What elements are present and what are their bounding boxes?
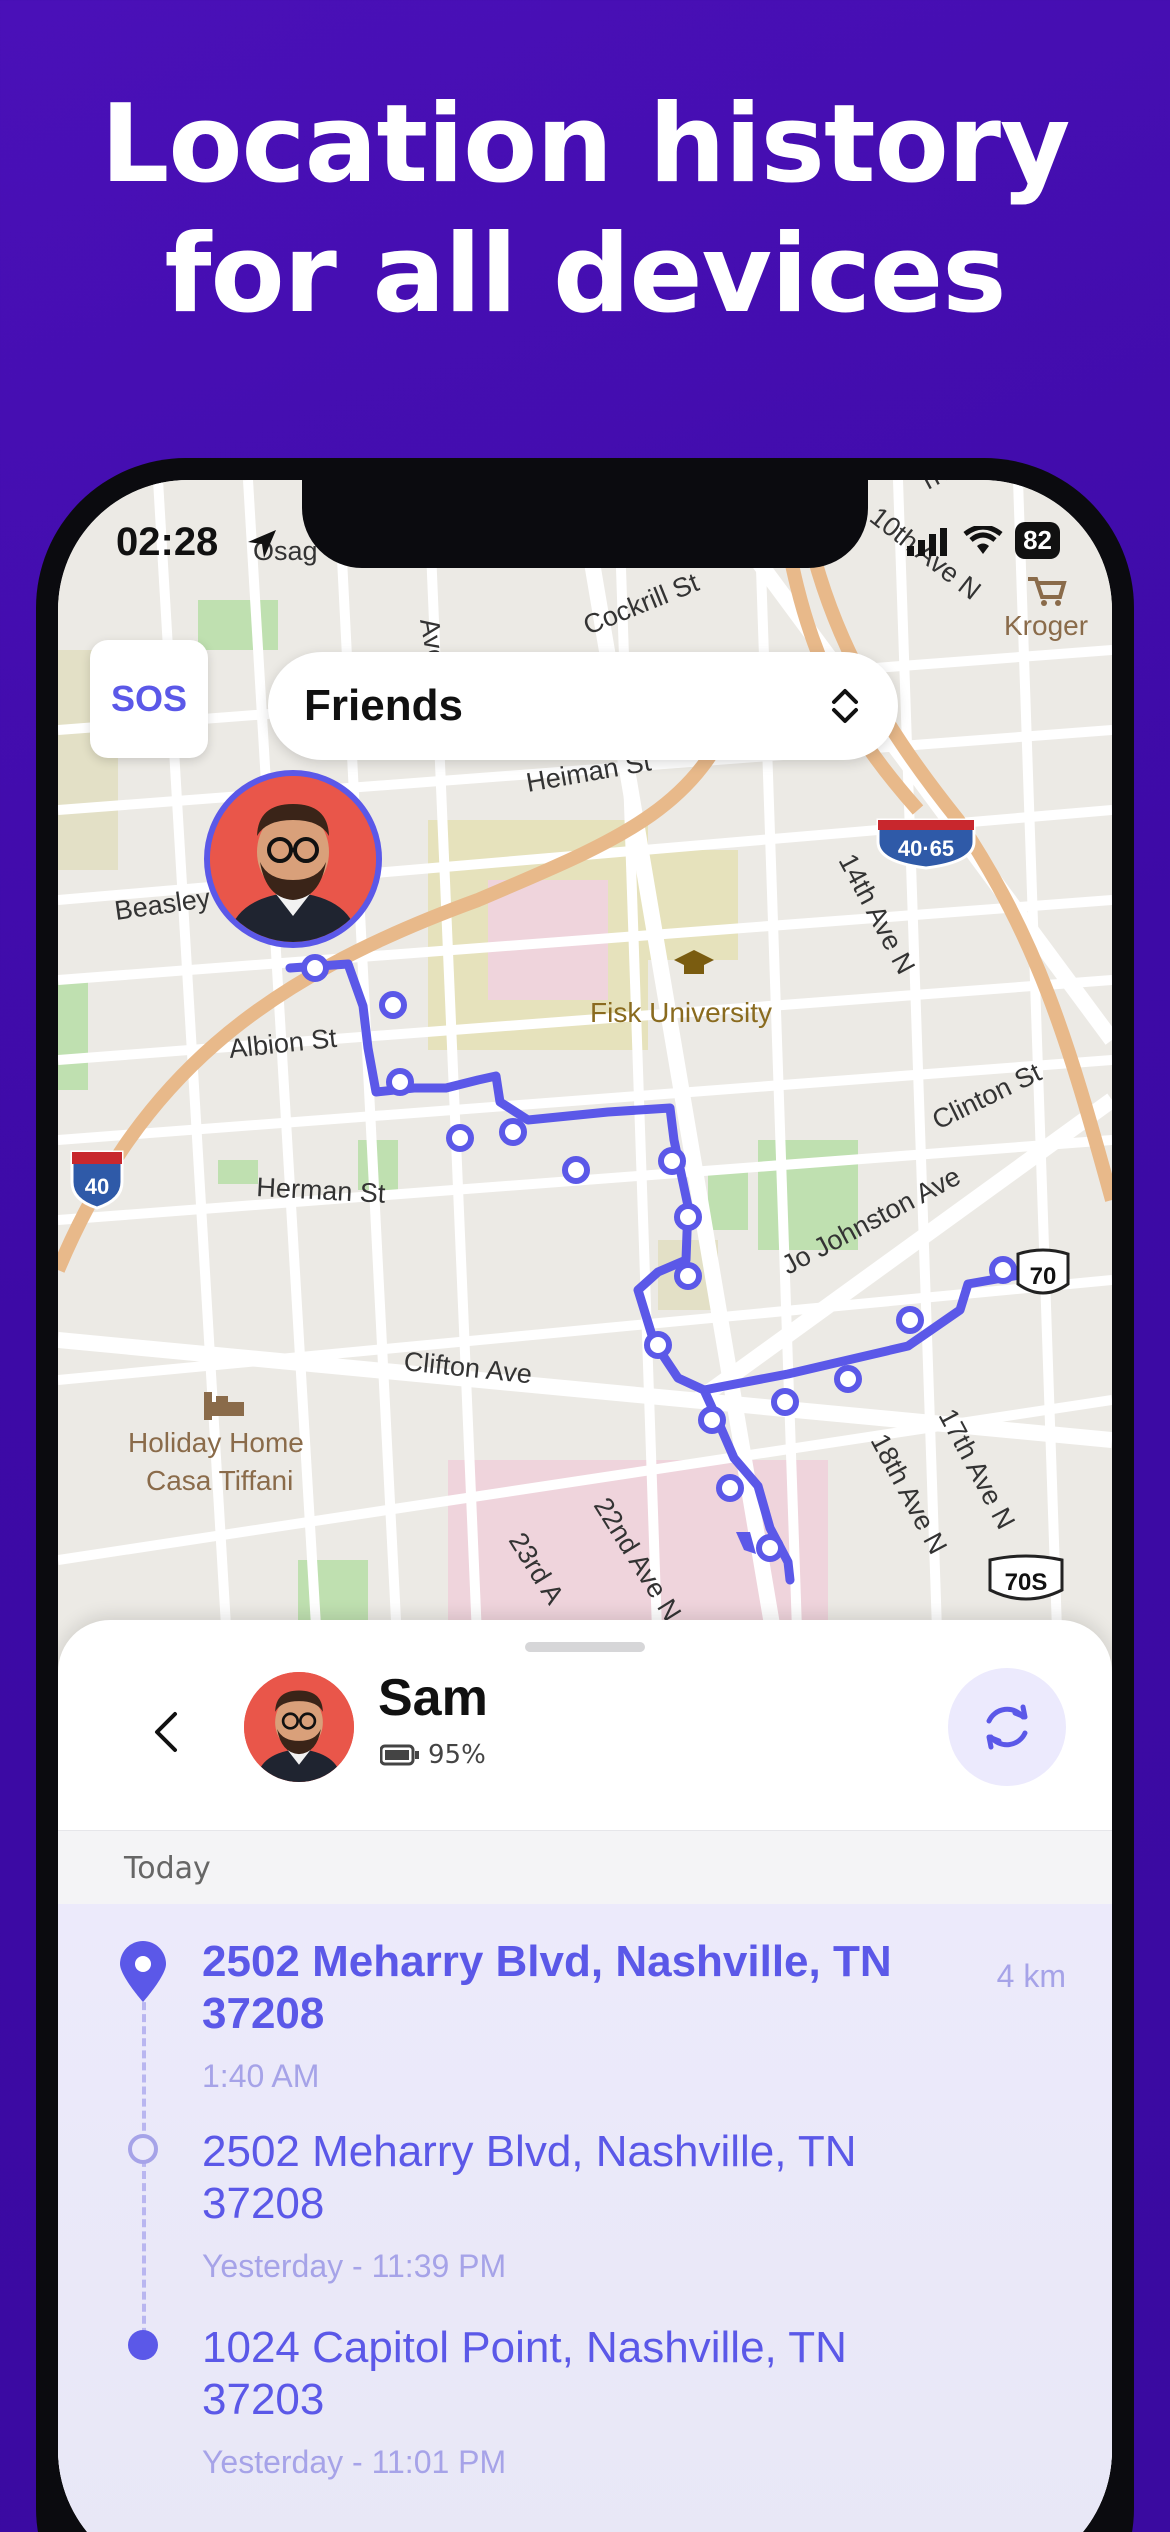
history-item[interactable]: 1024 Capitol Point, Nashville, TN 37203 … bbox=[202, 2322, 972, 2481]
history-distance: 4 km bbox=[996, 1958, 1066, 1994]
signal-icon bbox=[907, 527, 948, 556]
headline: Location history for all devices bbox=[0, 80, 1170, 340]
group-selector-label: Friends bbox=[304, 681, 463, 730]
sheet-grabber[interactable] bbox=[525, 1642, 645, 1652]
status-icons: 82 bbox=[907, 522, 1060, 559]
status-time: 02:28 bbox=[116, 520, 219, 564]
route-stop[interactable] bbox=[716, 1474, 744, 1502]
route-stop[interactable] bbox=[771, 1388, 799, 1416]
group-selector[interactable]: Friends bbox=[268, 652, 898, 760]
route-stop[interactable] bbox=[644, 1331, 672, 1359]
history-address: 2502 Meharry Blvd, Nashville, TN 37208 bbox=[202, 2127, 857, 2228]
timeline-line bbox=[142, 1990, 146, 2360]
route-stop[interactable] bbox=[674, 1262, 702, 1290]
waypoint-icon bbox=[128, 2134, 158, 2164]
shield-us70: 70 bbox=[1016, 1248, 1070, 1295]
route-stop[interactable] bbox=[989, 1256, 1017, 1284]
history-list: 2502 Meharry Blvd, Nashville, TN 37208 1… bbox=[58, 1904, 1112, 2532]
shield-i40-65-label: 40·65 bbox=[898, 836, 954, 861]
location-arrow-icon bbox=[248, 530, 276, 558]
shield-i40-label: 40 bbox=[85, 1174, 109, 1199]
history-address: 2502 Meharry Blvd, Nashville, TN 37208 bbox=[202, 1937, 892, 2038]
map-label-holiday-2[interactable]: Casa Tiffani bbox=[146, 1465, 293, 1496]
history-item[interactable]: 2502 Meharry Blvd, Nashville, TN 37208 1… bbox=[202, 1936, 972, 2095]
shield-70s-label: 70S bbox=[1005, 1569, 1048, 1596]
shield-i40: 40 bbox=[70, 1150, 124, 1210]
route-stop[interactable] bbox=[834, 1365, 862, 1393]
chevron-updown-icon bbox=[832, 689, 858, 723]
park-area bbox=[198, 600, 278, 650]
back-button[interactable] bbox=[136, 1702, 196, 1762]
avatar bbox=[210, 776, 376, 942]
park-area bbox=[58, 980, 88, 1090]
refresh-icon bbox=[986, 1704, 1028, 1750]
route-stop[interactable] bbox=[698, 1406, 726, 1434]
route-stop[interactable] bbox=[301, 954, 329, 982]
map-label-holiday-1[interactable]: Holiday Home bbox=[128, 1427, 304, 1458]
sos-button[interactable]: SOS bbox=[90, 640, 208, 758]
route-stop[interactable] bbox=[499, 1118, 527, 1146]
shield-i40-65: 40·65 bbox=[876, 818, 976, 870]
history-time: 1:40 AM bbox=[202, 2058, 320, 2094]
history-sheet[interactable]: Sam 95% Today 2502 Meharry Blvd, Nashvil… bbox=[58, 1620, 1112, 2532]
map-user-avatar[interactable] bbox=[204, 770, 382, 948]
headline-line-1: Location history bbox=[100, 82, 1071, 207]
route-stop[interactable] bbox=[446, 1124, 474, 1152]
day-header: Today bbox=[58, 1830, 1112, 1904]
user-battery: 95% bbox=[380, 1740, 486, 1770]
avatar bbox=[244, 1672, 354, 1782]
history-time: Yesterday - 11:39 PM bbox=[202, 2248, 507, 2284]
battery-icon bbox=[380, 1744, 419, 1766]
map-label-fisk[interactable]: Fisk University bbox=[590, 997, 772, 1028]
route-stop[interactable] bbox=[386, 1068, 414, 1096]
history-address: 1024 Capitol Point, Nashville, TN 37203 bbox=[202, 2323, 847, 2424]
refresh-button[interactable] bbox=[948, 1668, 1066, 1786]
history-time: Yesterday - 11:01 PM bbox=[202, 2444, 507, 2480]
notch bbox=[302, 480, 868, 568]
headline-line-2: for all devices bbox=[164, 212, 1006, 337]
map-label-kroger[interactable]: Kroger bbox=[1004, 610, 1088, 641]
park-area bbox=[218, 1160, 258, 1184]
route-stop[interactable] bbox=[756, 1534, 784, 1562]
route-stop[interactable] bbox=[896, 1306, 924, 1334]
user-avatar bbox=[244, 1672, 354, 1782]
route-stop[interactable] bbox=[379, 991, 407, 1019]
pin-icon bbox=[120, 1941, 166, 2002]
wifi-icon bbox=[963, 525, 1003, 554]
status-battery: 82 bbox=[1015, 522, 1060, 559]
shield-us70-label: 70 bbox=[1030, 1263, 1057, 1290]
history-item[interactable]: 2502 Meharry Blvd, Nashville, TN 37208 Y… bbox=[202, 2126, 972, 2285]
chevron-left-icon bbox=[155, 1712, 177, 1752]
shield-70s: 70S bbox=[988, 1554, 1064, 1601]
phone-screen: Cockrill St Heiman St Beasley Albion St … bbox=[58, 480, 1112, 2532]
route-stop[interactable] bbox=[674, 1203, 702, 1231]
park-area bbox=[708, 1170, 748, 1230]
user-name: Sam bbox=[378, 1669, 488, 1727]
waypoint-filled-icon bbox=[128, 2330, 158, 2360]
route-stop[interactable] bbox=[658, 1147, 686, 1175]
route-stop[interactable] bbox=[562, 1156, 590, 1184]
user-battery-percent: 95% bbox=[428, 1740, 486, 1770]
